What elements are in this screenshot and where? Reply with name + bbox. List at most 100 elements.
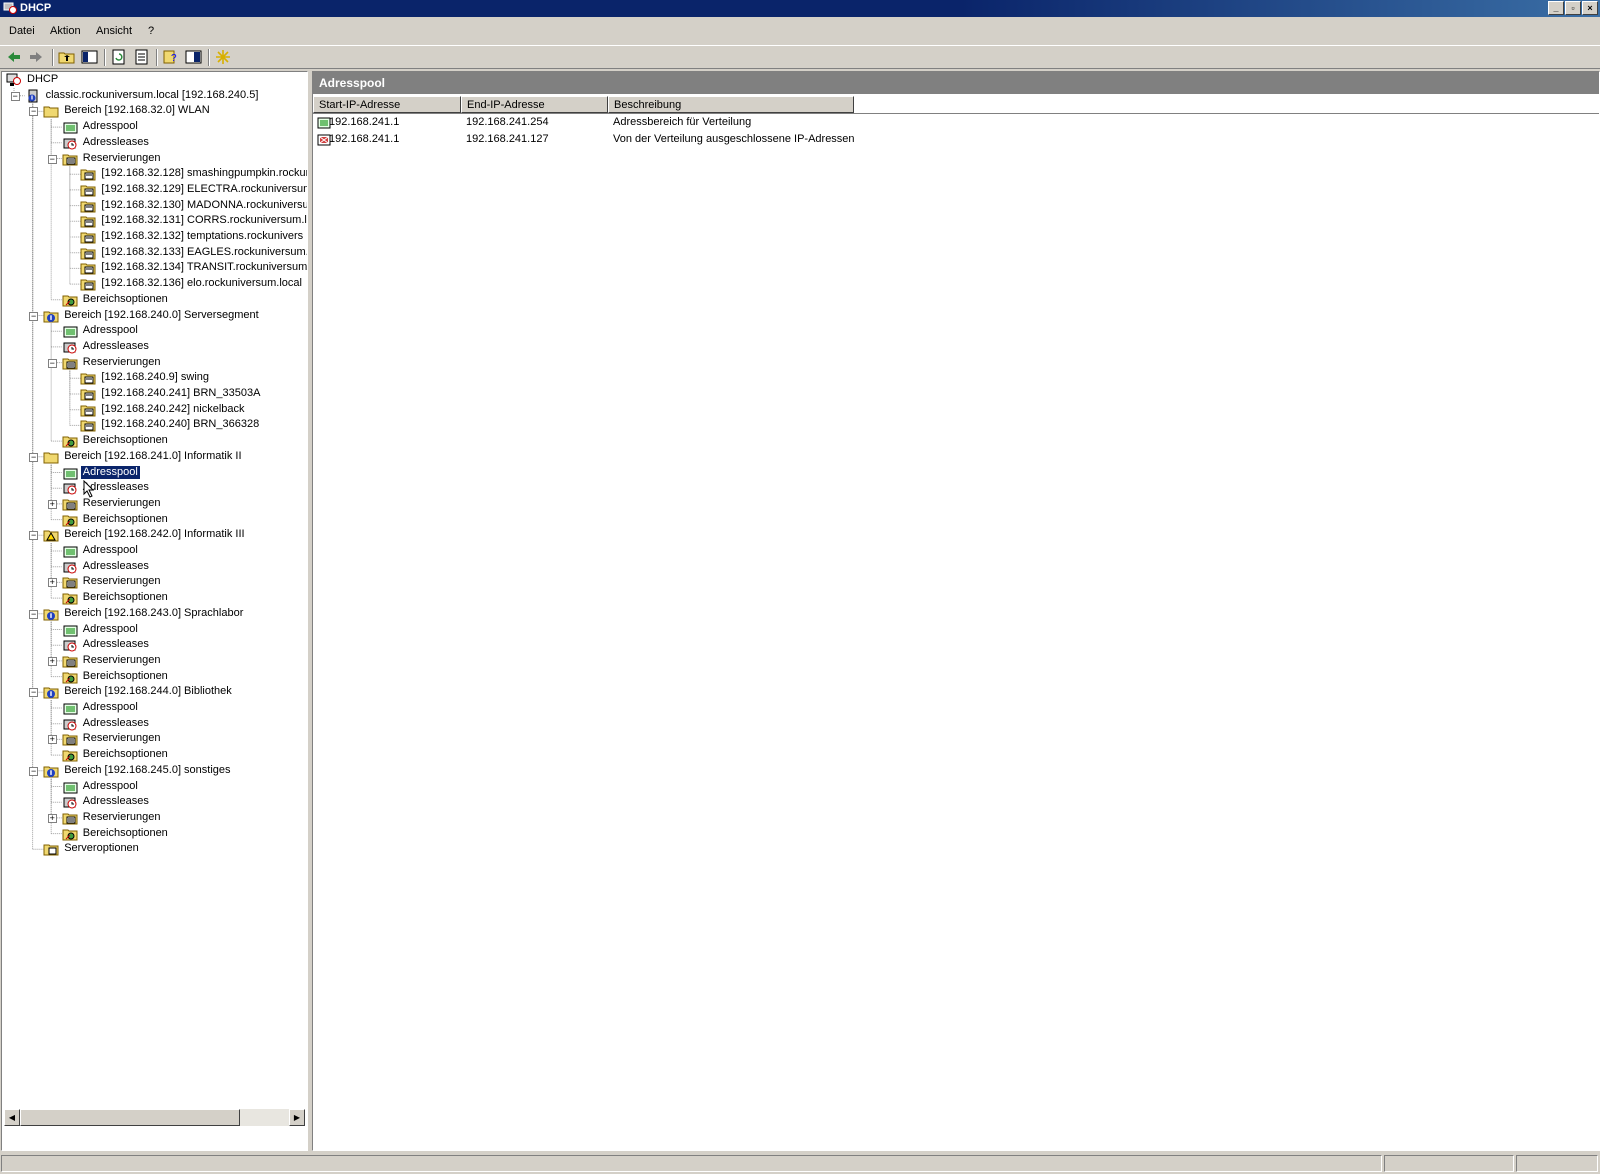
collapse-icon[interactable]: −	[29, 311, 39, 321]
list-item[interactable]: 192.168.241.1 192.168.241.127 Von der Vert…	[313, 131, 1599, 148]
reservation-icon	[80, 185, 96, 197]
dhcp-app-icon	[3, 2, 17, 14]
menu-aktion[interactable]: Aktion	[50, 25, 81, 37]
restore-button[interactable]: ▫	[1565, 1, 1581, 15]
collapse-icon[interactable]: −	[10, 91, 20, 101]
tree-pane[interactable]: DHCP classic.rockuniversum.local [192.16…	[1, 71, 308, 1151]
list-item[interactable]: 192.168.241.1 192.168.241.254 Adressbereic…	[313, 114, 1599, 131]
address-leases-icon	[63, 719, 77, 731]
reservations-icon	[62, 734, 78, 746]
tree-node-label: Adresspool	[82, 544, 138, 556]
back-arrow-icon[interactable]	[5, 49, 23, 65]
tree-node-label: Bereichsoptionen	[82, 591, 168, 604]
expand-icon[interactable]: +	[47, 499, 57, 509]
collapse-icon[interactable]: −	[29, 452, 39, 462]
close-button[interactable]: ×	[1582, 1, 1598, 15]
collapse-icon[interactable]: −	[29, 766, 39, 776]
forward-arrow-icon[interactable]	[27, 49, 45, 65]
collapse-icon[interactable]: −	[29, 688, 39, 698]
reservation-icon	[80, 373, 96, 385]
address-leases-icon	[63, 797, 77, 809]
window-title: DHCP	[20, 2, 52, 14]
column-end-ip[interactable]: End-IP-Adresse	[461, 96, 608, 113]
up-folder-icon[interactable]	[58, 49, 76, 65]
tree-node-label: Adresspool	[82, 324, 138, 337]
expand-icon[interactable]: +	[47, 735, 57, 745]
menu-datei[interactable]: Datei	[9, 25, 35, 37]
tree-node-label: Adressleases	[82, 339, 149, 352]
tree-node-label: Adressleases	[82, 559, 149, 572]
tree-node-label: Bereich [192.168.244.0] Bibliothek	[64, 685, 232, 698]
toolbar-separator	[208, 49, 210, 66]
scroll-left-icon[interactable]: ◀	[4, 1109, 20, 1126]
tree-horizontal-scrollbar[interactable]: ◀ ▶	[4, 1109, 305, 1126]
expand-icon[interactable]: +	[47, 656, 57, 666]
address-pool-icon	[63, 326, 78, 338]
tree-node-label: Adressleases	[82, 638, 149, 651]
tree-node-label: Adressleases	[82, 795, 149, 808]
tree-node-label: [192.168.240.241] BRN_33503A	[101, 387, 261, 399]
scope-options-icon	[62, 672, 78, 684]
address-pool-icon	[63, 122, 78, 134]
scroll-thumb[interactable]	[20, 1109, 240, 1126]
collapse-icon[interactable]: −	[29, 531, 39, 541]
reservation-icon	[80, 232, 96, 244]
address-pool-icon	[63, 546, 78, 558]
reservations-icon	[62, 577, 78, 589]
scope-options-icon	[62, 829, 78, 841]
expand-icon[interactable]: +	[47, 813, 57, 823]
column-headers: Start-IP-Adresse End-IP-Adresse Beschrei…	[313, 96, 1599, 114]
status-panel-2	[1384, 1155, 1514, 1172]
tree-node-label: Adresspool	[82, 120, 138, 133]
menu-help[interactable]: ?	[148, 25, 154, 37]
collapse-icon[interactable]: −	[29, 107, 39, 117]
scope-warning-icon	[43, 530, 59, 542]
help-icon[interactable]: ?	[162, 49, 180, 65]
refresh-icon[interactable]	[110, 49, 128, 65]
collapse-icon[interactable]: −	[47, 154, 57, 164]
star-action-icon[interactable]	[214, 49, 232, 65]
expand-icon[interactable]: +	[47, 578, 57, 588]
tree-node-label: Bereichsoptionen	[82, 434, 168, 447]
scope-folder-icon	[43, 452, 59, 464]
server-icon	[28, 89, 38, 103]
tree-node-label: Bereich [192.168.243.0] Sprachlabor	[64, 606, 244, 619]
tree-node-label: [192.168.32.136] elo.rockuniversum.local	[101, 277, 302, 290]
address-leases-icon	[63, 342, 77, 354]
minimize-button[interactable]: _	[1548, 1, 1564, 15]
menu-ansicht[interactable]: Ansicht	[96, 25, 132, 37]
scope-options-icon	[62, 436, 78, 448]
tree-node-label: Bereichsoptionen	[82, 748, 168, 761]
tree-node-label: Bereichsoptionen	[82, 292, 168, 305]
reservation-icon	[80, 405, 96, 417]
detail-title: Adresspool	[319, 76, 386, 90]
column-start-ip[interactable]: Start-IP-Adresse	[313, 96, 461, 113]
reservations-icon	[62, 358, 78, 370]
collapse-icon[interactable]: −	[47, 358, 57, 368]
scope-inactive-icon	[43, 609, 59, 621]
column-description[interactable]: Beschreibung	[608, 96, 854, 113]
address-pool-icon	[63, 625, 78, 636]
reservation-icon	[80, 201, 96, 213]
scope-options-icon	[62, 750, 78, 762]
tree-node-label: Reservierungen	[82, 810, 161, 823]
toolbar-separator	[104, 49, 106, 66]
mouse-cursor-icon	[83, 480, 95, 498]
address-pool-icon	[63, 703, 78, 715]
tree-node-label: [192.168.240.242] nickelback	[101, 402, 245, 415]
reservation-icon	[80, 279, 96, 291]
detail-header: Adresspool	[313, 72, 1599, 94]
tree-node-label: Bereich [192.168.245.0] sonstiges	[64, 763, 231, 776]
export-list-icon[interactable]	[133, 49, 151, 65]
show-hide-tree-icon[interactable]	[81, 49, 99, 65]
tree-node-label: [192.168.32.133] EAGLES.rockuniversum.l	[101, 245, 308, 258]
scroll-right-icon[interactable]: ▶	[289, 1109, 305, 1126]
properties-icon[interactable]	[185, 49, 203, 65]
scope-options-icon	[62, 295, 78, 307]
tree-node-label: Serveroptionen	[64, 842, 139, 855]
tree-node-label: DHCP	[27, 73, 59, 85]
tree-node-label: [192.168.240.240] BRN_366328	[101, 418, 260, 431]
toolbar-separator	[156, 49, 158, 66]
toolbar: ?	[0, 45, 1600, 69]
collapse-icon[interactable]: −	[29, 609, 39, 619]
